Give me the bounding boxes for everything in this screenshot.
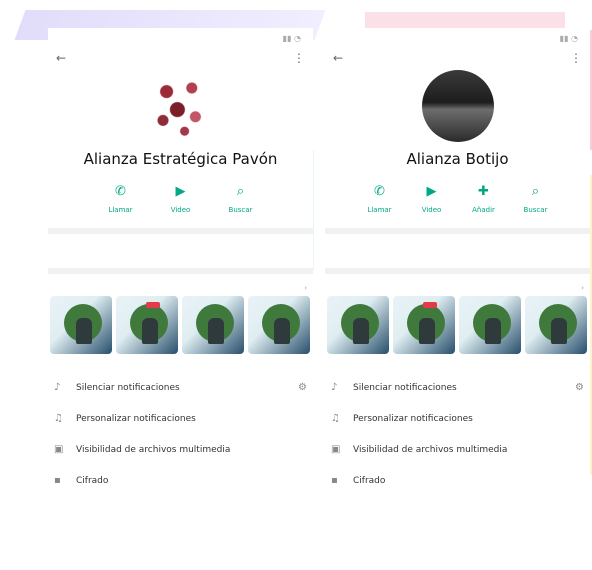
- menu-item-label: Cifrado: [353, 475, 386, 486]
- encryption-item[interactable]: ▪ Cifrado: [325, 465, 590, 496]
- status-bar-icons: ▮▮ ◔: [559, 33, 578, 43]
- search-button[interactable]: ⌕ Buscar: [513, 184, 559, 214]
- toggle-icon[interactable]: ⚙: [575, 382, 584, 393]
- video-label: Video: [421, 206, 442, 214]
- more-options-icon[interactable]: ⋮: [293, 51, 305, 65]
- search-label: Buscar: [523, 206, 548, 214]
- media-strip: [325, 296, 590, 354]
- media-thumbnail[interactable]: [393, 296, 455, 354]
- group-description[interactable]: [48, 234, 313, 254]
- menu-item-label: Personalizar notificaciones: [76, 413, 196, 424]
- media-thumbnail[interactable]: [525, 296, 587, 354]
- media-thumbnail[interactable]: [459, 296, 521, 354]
- call-label: Llamar: [108, 206, 133, 214]
- bell-icon: ♪: [54, 382, 61, 393]
- settings-menu: ♪ Silenciar notificaciones ⚙ ♫ Personali…: [48, 372, 313, 496]
- group-info-screen-right: ▮▮ ◔ ← ⋮ Alianza Botijo ✆ Llamar ▶ Video…: [325, 28, 590, 568]
- back-icon[interactable]: ←: [56, 51, 66, 65]
- lock-icon: ▪: [331, 475, 338, 486]
- status-bar: ▮▮ ◔: [325, 28, 590, 48]
- media-visibility-item[interactable]: ▣ Visibilidad de archivos multimedia: [325, 434, 590, 465]
- more-options-icon[interactable]: ⋮: [570, 51, 582, 65]
- video-icon: ▶: [426, 184, 437, 199]
- mute-notifications-item[interactable]: ♪ Silenciar notificaciones ⚙: [325, 372, 590, 403]
- music-note-icon: ♫: [54, 413, 63, 424]
- back-icon[interactable]: ←: [333, 51, 343, 65]
- menu-item-label: Cifrado: [76, 475, 109, 486]
- media-header[interactable]: ›: [48, 274, 313, 296]
- group-name: Alianza Estratégica Pavón: [83, 150, 278, 168]
- media-header-count: ›: [304, 284, 307, 292]
- media-thumbnail[interactable]: [327, 296, 389, 354]
- image-icon: ▣: [331, 444, 341, 455]
- phone-icon: ✆: [374, 184, 385, 199]
- action-row: ✆ Llamar ▶ Video ✚ Añadir ⌕ Buscar: [325, 184, 590, 214]
- media-strip: [48, 296, 313, 354]
- image-icon: ▣: [54, 444, 64, 455]
- bell-icon: ♪: [331, 382, 338, 393]
- status-bar-icons: ▮▮ ◔: [282, 33, 301, 43]
- group-description[interactable]: [325, 234, 590, 254]
- video-label: Video: [170, 206, 191, 214]
- action-row: ✆ Llamar ▶ Video ⌕ Buscar: [48, 184, 313, 214]
- top-bar: ← ⋮: [48, 48, 313, 68]
- status-bar: ▮▮ ◔: [48, 28, 313, 48]
- add-participant-button[interactable]: ✚ Añadir: [461, 184, 507, 214]
- mute-notifications-item[interactable]: ♪ Silenciar notificaciones ⚙: [48, 372, 313, 403]
- media-header-count: ›: [581, 284, 584, 292]
- search-button[interactable]: ⌕ Buscar: [218, 184, 264, 214]
- menu-item-label: Silenciar notificaciones: [76, 382, 180, 393]
- add-participant-icon: ✚: [478, 184, 489, 199]
- settings-menu: ♪ Silenciar notificaciones ⚙ ♫ Personali…: [325, 372, 590, 496]
- menu-item-label: Visibilidad de archivos multimedia: [76, 444, 231, 455]
- group-info-screen-left: ▮▮ ◔ ← ⋮ Alianza Estratégica Pavón ✆ Lla…: [48, 28, 313, 568]
- media-header[interactable]: ›: [325, 274, 590, 296]
- call-label: Llamar: [367, 206, 392, 214]
- call-button[interactable]: ✆ Llamar: [357, 184, 403, 214]
- search-icon: ⌕: [531, 184, 540, 199]
- top-bar: ← ⋮: [325, 48, 590, 68]
- video-icon: ▶: [175, 184, 186, 199]
- video-button[interactable]: ▶ Video: [158, 184, 204, 214]
- media-thumbnail[interactable]: [116, 296, 178, 354]
- search-icon: ⌕: [236, 184, 245, 199]
- menu-item-label: Visibilidad de archivos multimedia: [353, 444, 508, 455]
- add-label: Añadir: [472, 206, 495, 214]
- menu-item-label: Personalizar notificaciones: [353, 413, 473, 424]
- media-thumbnail[interactable]: [50, 296, 112, 354]
- media-thumbnail[interactable]: [248, 296, 310, 354]
- encryption-item[interactable]: ▪ Cifrado: [48, 465, 313, 496]
- media-thumbnail[interactable]: [182, 296, 244, 354]
- custom-notifications-item[interactable]: ♫ Personalizar notificaciones: [325, 403, 590, 434]
- music-note-icon: ♫: [331, 413, 340, 424]
- custom-notifications-item[interactable]: ♫ Personalizar notificaciones: [48, 403, 313, 434]
- group-avatar[interactable]: [144, 70, 217, 142]
- video-button[interactable]: ▶ Video: [409, 184, 455, 214]
- menu-item-label: Silenciar notificaciones: [353, 382, 457, 393]
- call-button[interactable]: ✆ Llamar: [98, 184, 144, 214]
- phone-icon: ✆: [115, 184, 126, 199]
- media-visibility-item[interactable]: ▣ Visibilidad de archivos multimedia: [48, 434, 313, 465]
- group-avatar[interactable]: [421, 70, 494, 142]
- toggle-icon[interactable]: ⚙: [298, 382, 307, 393]
- lock-icon: ▪: [54, 475, 61, 486]
- group-name: Alianza Botijo: [406, 150, 509, 168]
- search-label: Buscar: [228, 206, 253, 214]
